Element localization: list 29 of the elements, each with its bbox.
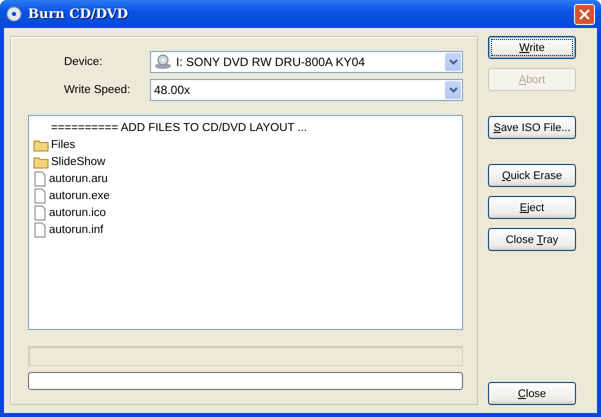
document-icon <box>33 222 47 238</box>
folder-icon <box>33 154 49 168</box>
list-header: ========== ADD FILES TO CD/DVD LAYOUT ... <box>51 122 308 134</box>
write-speed-label: Write Speed: <box>63 84 132 96</box>
dialog-button[interactable]: Close <box>488 382 576 405</box>
file-list-item[interactable]: Files <box>51 138 76 150</box>
caret-icon <box>448 87 458 93</box>
folder-icon <box>33 138 49 152</box>
dialog-button[interactable]: Eject <box>488 196 576 219</box>
drive-icon <box>154 54 172 70</box>
caret-icon <box>448 59 458 65</box>
dialog-button[interactable]: Quick Erase <box>488 164 576 187</box>
close-icon[interactable] <box>574 4 595 24</box>
file-list-item[interactable]: autorun.aru <box>49 172 108 184</box>
dialog-button[interactable]: Close Tray <box>488 228 576 251</box>
write-speed-dropdown[interactable]: 48.00x <box>150 79 463 101</box>
window-title: Burn CD/DVD <box>28 6 130 22</box>
device-label: Device: <box>63 56 104 68</box>
file-list-item[interactable]: autorun.inf <box>49 224 104 236</box>
document-icon <box>33 188 47 204</box>
file-list-item[interactable]: autorun.ico <box>49 206 106 218</box>
dialog-button[interactable]: Save ISO File... <box>488 116 576 139</box>
device-dropdown[interactable]: I: SONY DVD RW DRU-800A KY04 <box>150 51 463 73</box>
document-icon <box>33 170 47 186</box>
dialog-button[interactable]: Write <box>488 36 576 59</box>
disc-icon <box>6 6 22 22</box>
file-list-item[interactable]: autorun.exe <box>49 190 110 202</box>
document-icon <box>33 204 47 220</box>
file-list-item[interactable]: SlideShow <box>51 156 106 168</box>
